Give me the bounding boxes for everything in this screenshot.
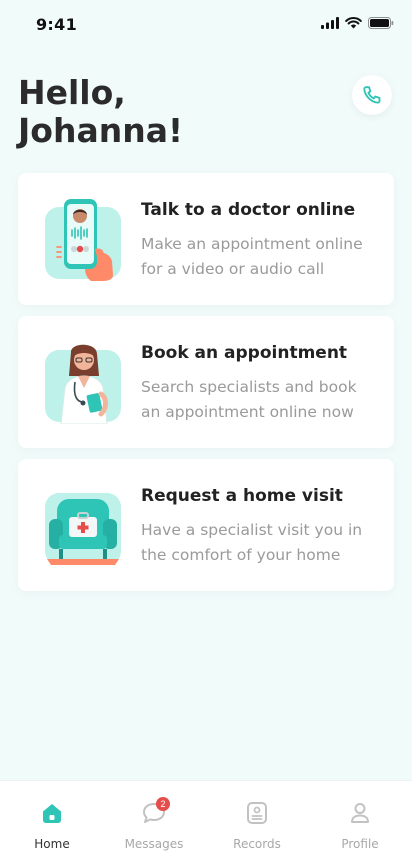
bottom-tab-bar: Home 2 Messages Records Profile bbox=[0, 780, 412, 861]
card-description-line-2: an appointment online now bbox=[141, 403, 354, 421]
tab-messages[interactable]: 2 Messages bbox=[114, 797, 194, 851]
card-description-line-2: for a video or audio call bbox=[141, 260, 325, 278]
card-description-line-1: Have a specialist visit you in bbox=[141, 521, 363, 539]
greeting-heading: Hello, Johanna! bbox=[18, 74, 183, 150]
card-description-line-1: Make an appointment online bbox=[141, 235, 363, 253]
wifi-icon bbox=[345, 17, 362, 29]
book-appointment-card[interactable]: Book an appointment Search specialists a… bbox=[18, 316, 394, 448]
tab-home[interactable]: Home bbox=[12, 799, 92, 851]
armchair-medical-kit-illustration bbox=[45, 493, 121, 565]
home-icon bbox=[12, 799, 92, 827]
greeting-line-1: Hello, bbox=[18, 73, 126, 112]
status-icons bbox=[321, 17, 394, 29]
phone-icon bbox=[363, 86, 381, 104]
doctor-illustration bbox=[45, 344, 121, 424]
tab-profile[interactable]: Profile bbox=[320, 799, 400, 851]
call-button[interactable] bbox=[352, 75, 392, 115]
talk-to-doctor-card[interactable]: Talk to a doctor online Make an appointm… bbox=[18, 173, 394, 305]
card-description-line-2: the comfort of your home bbox=[141, 546, 341, 564]
greeting-name: Johanna! bbox=[18, 111, 184, 150]
doctor-video-call-illustration bbox=[45, 199, 121, 281]
messages-badge: 2 bbox=[156, 797, 170, 811]
tab-label: Home bbox=[34, 837, 70, 851]
tab-label: Records bbox=[233, 837, 281, 851]
card-description-line-1: Search specialists and book bbox=[141, 378, 357, 396]
chat-icon: 2 bbox=[114, 797, 194, 827]
card-description: Search specialists and book an appointme… bbox=[141, 375, 381, 425]
card-description: Have a specialist visit you in the comfo… bbox=[141, 518, 381, 568]
user-icon bbox=[320, 799, 400, 827]
card-title: Book an appointment bbox=[141, 343, 348, 363]
status-bar: 9:41 bbox=[0, 0, 412, 48]
card-title: Talk to a doctor online bbox=[141, 200, 356, 220]
card-title: Request a home visit bbox=[141, 486, 343, 506]
signal-icon bbox=[321, 17, 339, 29]
home-visit-card[interactable]: Request a home visit Have a specialist v… bbox=[18, 459, 394, 591]
card-description: Make an appointment online for a video o… bbox=[141, 232, 381, 282]
status-time: 9:41 bbox=[36, 15, 77, 34]
tab-label: Messages bbox=[124, 837, 184, 851]
battery-icon bbox=[368, 17, 394, 29]
tab-label: Profile bbox=[341, 837, 379, 851]
records-icon bbox=[217, 799, 297, 827]
tab-records[interactable]: Records bbox=[217, 799, 297, 851]
